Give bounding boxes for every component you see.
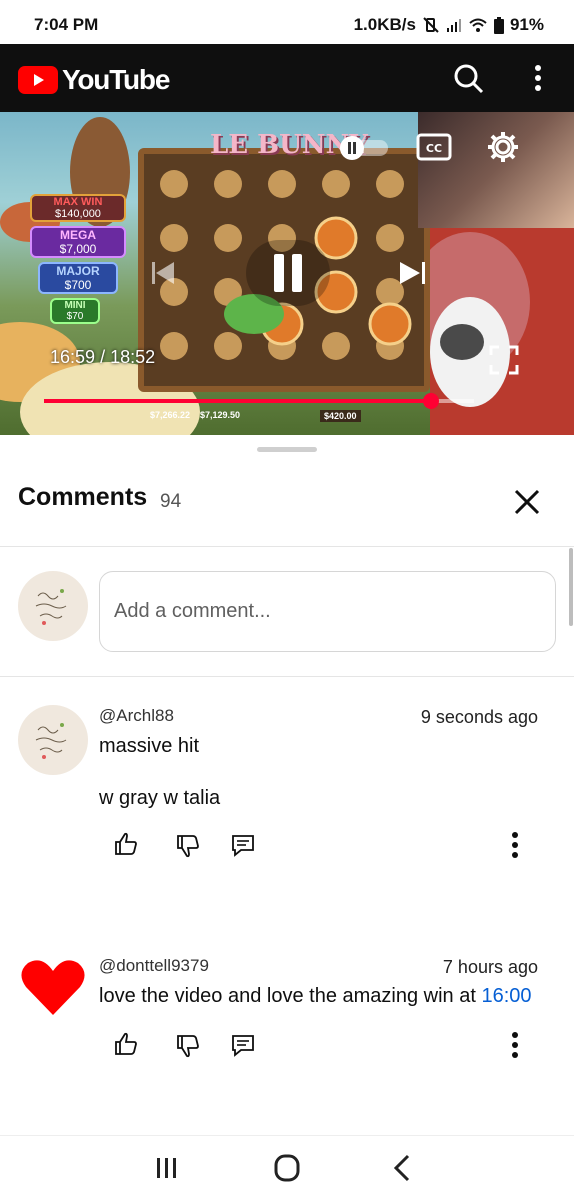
home-icon[interactable]: [267, 1150, 307, 1186]
avatar-sketch: [35, 589, 67, 625]
comment-text: love the video and love the amazing win …: [99, 985, 532, 1008]
game-stats-bar: $7,266.22 $7,129.50 $420.00: [120, 406, 440, 428]
progress-played: [44, 399, 431, 403]
battery-icon: [493, 16, 504, 34]
add-comment-input[interactable]: Add a comment...: [99, 571, 556, 652]
more-vert-icon[interactable]: [520, 60, 556, 96]
comment-time: 7 hours ago: [442, 957, 538, 977]
comment-author[interactable]: @Archl88: [99, 706, 174, 726]
previous-video-icon[interactable]: [148, 258, 178, 288]
pause-button[interactable]: [246, 240, 330, 306]
timestamp-link[interactable]: 16:00: [481, 985, 531, 1007]
jackpot-mini: MINI $70: [50, 298, 100, 324]
comment-text-body: love the video and love the amazing win …: [99, 985, 482, 1007]
recent-apps-icon[interactable]: [147, 1150, 187, 1186]
logo-text: YouTube: [62, 64, 170, 95]
progress-bar[interactable]: [44, 393, 474, 409]
jackpot-major: MAJOR $700: [38, 262, 118, 294]
video-player[interactable]: LE BUNNY MAX WIN $140,000 MEGA $7,000 MA…: [0, 112, 574, 435]
comment-text: massive hit: [99, 735, 200, 757]
drag-handle[interactable]: [257, 447, 317, 452]
battery-level: 91%: [509, 15, 544, 34]
autoplay-toggle[interactable]: [336, 136, 392, 160]
commenter-avatar[interactable]: [18, 705, 88, 775]
current-time: 16:59: [50, 347, 96, 367]
captions-icon[interactable]: CC: [416, 132, 452, 162]
back-icon[interactable]: [384, 1150, 424, 1186]
pause-icon: [274, 254, 302, 292]
comment-more-icon[interactable]: [507, 830, 523, 860]
dislike-icon[interactable]: [175, 1033, 201, 1059]
progress-scrubber[interactable]: [423, 393, 439, 409]
youtube-logo[interactable]: YouTube: [18, 64, 170, 96]
jackpot-maxwin: MAX WIN $140,000: [30, 194, 126, 222]
divider: [0, 546, 574, 547]
comment-more-icon[interactable]: [507, 1030, 523, 1060]
app-header: YouTube: [0, 44, 574, 112]
comments-title: Comments: [18, 483, 148, 511]
game-bet: $420.00: [320, 410, 361, 422]
like-icon[interactable]: [113, 1031, 139, 1057]
comments-count: 94: [160, 491, 182, 512]
status-bar: 7:04 PM 1.0KB/s 91%: [0, 0, 574, 44]
like-icon[interactable]: [113, 831, 139, 857]
comment-author[interactable]: @donttell9379: [99, 956, 209, 976]
duration: 18:52: [110, 347, 156, 367]
system-nav-bar: [0, 1135, 574, 1200]
next-video-icon[interactable]: [396, 258, 428, 288]
game-balance: $7,266.22: [150, 410, 191, 420]
cell-signal-icon: [446, 19, 461, 32]
comment-text: w gray w talia: [99, 787, 221, 809]
svg-text:CC: CC: [426, 142, 442, 155]
fullscreen-icon[interactable]: [488, 344, 520, 376]
close-icon[interactable]: [510, 485, 544, 519]
time-display: 16:59 / 18:52: [50, 347, 155, 368]
my-avatar[interactable]: [18, 571, 88, 641]
reply-icon[interactable]: [230, 1032, 256, 1058]
heart-icon[interactable]: [20, 957, 86, 1019]
mute-vibrate-icon: [423, 17, 439, 33]
net-speed: 1.0KB/s: [353, 15, 416, 34]
dislike-icon[interactable]: [175, 833, 201, 859]
time-separator: /: [100, 347, 106, 367]
jackpot-mega: MEGA $7,000: [30, 226, 126, 258]
comments-sheet: Comments 94 Add a comment... @Archl88 9 …: [0, 435, 574, 1135]
game-win: $7,129.50: [200, 410, 241, 420]
settings-gear-icon[interactable]: [486, 130, 520, 164]
wifi-icon: [469, 18, 487, 32]
status-time: 7:04 PM: [34, 15, 99, 34]
reply-icon[interactable]: [230, 832, 256, 858]
jackpot-panel: MAX WIN $140,000 MEGA $7,000 MAJOR $700 …: [30, 194, 126, 324]
scrollbar[interactable]: [569, 548, 573, 626]
comment-time: 9 seconds ago: [420, 707, 538, 727]
status-right: 1.0KB/s 91%: [354, 15, 544, 35]
youtube-play-logo-icon: [18, 66, 58, 94]
search-icon[interactable]: [450, 60, 486, 96]
divider: [0, 676, 574, 677]
avatar-sketch: [35, 723, 67, 759]
